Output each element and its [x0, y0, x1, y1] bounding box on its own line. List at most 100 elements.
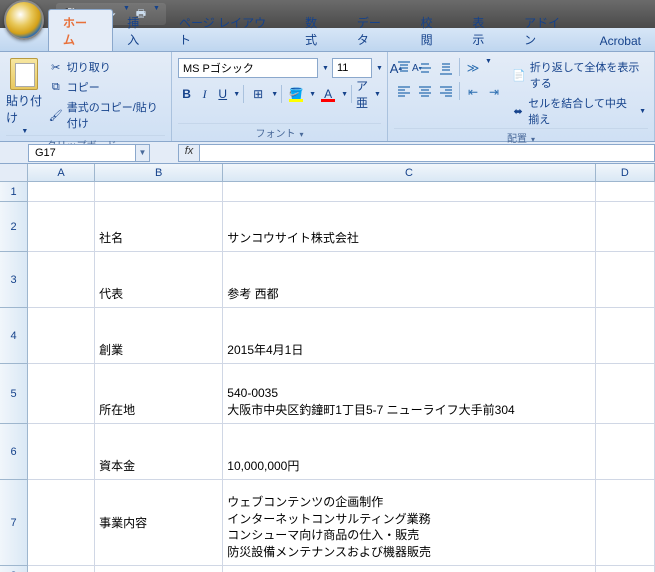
fx-button[interactable]: fx — [178, 144, 200, 162]
cell-line: インターネットコンサルティング業務 — [227, 511, 590, 528]
cell[interactable] — [28, 480, 95, 565]
table-row: 事業内容 ウェブコンテンツの企画制作 インターネットコンサルティング業務 コンシ… — [28, 480, 655, 566]
cell[interactable] — [95, 182, 223, 201]
font-color-dropdown-icon[interactable]: ▼ — [341, 91, 348, 98]
decrease-indent-button[interactable]: ⇤ — [463, 82, 483, 102]
align-center-button[interactable] — [415, 82, 435, 102]
fill-color-button[interactable]: 🪣 — [285, 84, 307, 104]
select-all-corner[interactable] — [0, 164, 28, 182]
cell[interactable]: 所在地 — [95, 364, 223, 423]
col-header-D[interactable]: D — [596, 164, 655, 182]
underline-dropdown-icon[interactable]: ▼ — [233, 91, 240, 98]
wrap-text-button[interactable]: 📄 折り返して全体を表示する — [510, 58, 648, 92]
cell[interactable] — [28, 252, 95, 307]
cell[interactable] — [223, 566, 595, 572]
cell[interactable] — [223, 182, 595, 201]
name-box[interactable] — [28, 144, 136, 162]
bold-button[interactable]: B — [178, 84, 195, 104]
row-header-1[interactable]: 1 — [0, 182, 28, 202]
name-box-dropdown-icon[interactable]: ▼ — [136, 144, 150, 162]
cell[interactable] — [596, 424, 655, 479]
merge-icon: ⬌ — [512, 104, 524, 118]
cell[interactable]: ウェブコンテンツの企画制作 インターネットコンサルティング業務 コンシューマ向け… — [223, 480, 595, 565]
phonetic-dropdown-icon[interactable]: ▼ — [374, 91, 381, 98]
cut-label: 切り取り — [67, 59, 111, 75]
tab-review[interactable]: 校閲 — [407, 10, 459, 51]
cell[interactable]: 創業 — [95, 308, 223, 363]
cell[interactable] — [596, 364, 655, 423]
cell[interactable]: サンコウサイト株式会社 — [223, 202, 595, 251]
cell[interactable] — [28, 364, 95, 423]
tab-view[interactable]: 表示 — [458, 10, 510, 51]
merge-center-button[interactable]: ⬌ セルを結合して中央揃え ▼ — [510, 94, 648, 128]
row-header-3[interactable]: 3 — [0, 252, 28, 308]
format-painter-button[interactable]: 🖌 書式のコピー/貼り付け — [47, 98, 165, 132]
cell[interactable] — [28, 308, 95, 363]
cut-button[interactable]: ✂ 切り取り — [47, 58, 165, 76]
phonetic-button[interactable]: ア亜 — [355, 84, 372, 104]
tab-home[interactable]: ホーム — [48, 9, 113, 51]
cell[interactable] — [28, 566, 95, 572]
cell[interactable]: 参考 西都 — [223, 252, 595, 307]
cell[interactable]: 10,000,000円 — [223, 424, 595, 479]
cell[interactable] — [28, 182, 95, 201]
col-header-B[interactable]: B — [95, 164, 223, 182]
cell[interactable] — [596, 566, 655, 572]
font-name-dropdown-icon[interactable]: ▼ — [322, 65, 329, 72]
border-dropdown-icon[interactable]: ▼ — [271, 91, 278, 98]
tab-insert[interactable]: 挿入 — [113, 10, 165, 51]
row-header-2[interactable]: 2 — [0, 202, 28, 252]
increase-indent-button[interactable]: ⇥ — [484, 82, 504, 102]
fill-dropdown-icon[interactable]: ▼ — [309, 91, 316, 98]
cell[interactable]: 2015年4月1日 — [223, 308, 595, 363]
cell[interactable] — [95, 566, 223, 572]
copy-button[interactable]: ⧉ コピー — [47, 78, 165, 96]
office-button[interactable] — [4, 0, 44, 40]
cell[interactable] — [596, 252, 655, 307]
col-header-A[interactable]: A — [28, 164, 95, 182]
font-color-button[interactable]: A — [317, 84, 339, 104]
cell[interactable]: 540-0035 大阪市中央区釣鐘町1丁目5-7 ニューライフ大手前304 — [223, 364, 595, 423]
font-name-select[interactable] — [178, 58, 318, 78]
row-header-4[interactable]: 4 — [0, 308, 28, 364]
font-size-select[interactable] — [332, 58, 372, 78]
tab-addin[interactable]: アドイン — [510, 10, 586, 51]
paste-dropdown-icon[interactable]: ▼ — [21, 128, 28, 135]
orientation-button[interactable]: ≫ — [463, 58, 483, 78]
formula-input[interactable] — [200, 144, 655, 162]
cell[interactable]: 事業内容 — [95, 480, 223, 565]
cell[interactable] — [596, 308, 655, 363]
align-right-button[interactable] — [436, 82, 456, 102]
italic-button[interactable]: I — [196, 84, 213, 104]
cell[interactable]: 社名 — [95, 202, 223, 251]
align-middle-button[interactable] — [415, 58, 435, 78]
cell[interactable] — [596, 182, 655, 201]
paste-button[interactable]: 貼り付け ▼ — [6, 58, 43, 135]
col-header-C[interactable]: C — [223, 164, 596, 182]
merge-dropdown-icon[interactable]: ▼ — [639, 108, 646, 115]
paste-label: 貼り付け — [6, 92, 43, 126]
cell[interactable]: 資本金 — [95, 424, 223, 479]
tab-formula[interactable]: 数式 — [291, 10, 343, 51]
cell[interactable] — [28, 202, 95, 251]
tab-page-layout[interactable]: ページ レイアウト — [165, 10, 291, 51]
row-header-7[interactable]: 7 — [0, 480, 28, 566]
font-size-dropdown-icon[interactable]: ▼ — [376, 65, 383, 72]
underline-button[interactable]: U — [214, 84, 231, 104]
cell[interactable] — [28, 424, 95, 479]
orientation-dropdown-icon[interactable]: ▼ — [485, 58, 492, 78]
group-alignment: ≫▼ ⇤ ⇥ 📄 折り返して全体を表示する ⬌ セルを — [388, 52, 655, 141]
border-button[interactable]: ⊞ — [247, 84, 269, 104]
table-row — [28, 182, 655, 202]
cell[interactable]: 代表 — [95, 252, 223, 307]
align-bottom-button[interactable] — [436, 58, 456, 78]
cell[interactable] — [596, 480, 655, 565]
align-top-button[interactable] — [394, 58, 414, 78]
align-left-button[interactable] — [394, 82, 414, 102]
row-header-5[interactable]: 5 — [0, 364, 28, 424]
row-header-8[interactable]: 8 — [0, 566, 28, 572]
tab-data[interactable]: データ — [343, 10, 407, 51]
cell[interactable] — [596, 202, 655, 251]
tab-acrobat[interactable]: Acrobat — [586, 30, 655, 51]
row-header-6[interactable]: 6 — [0, 424, 28, 480]
